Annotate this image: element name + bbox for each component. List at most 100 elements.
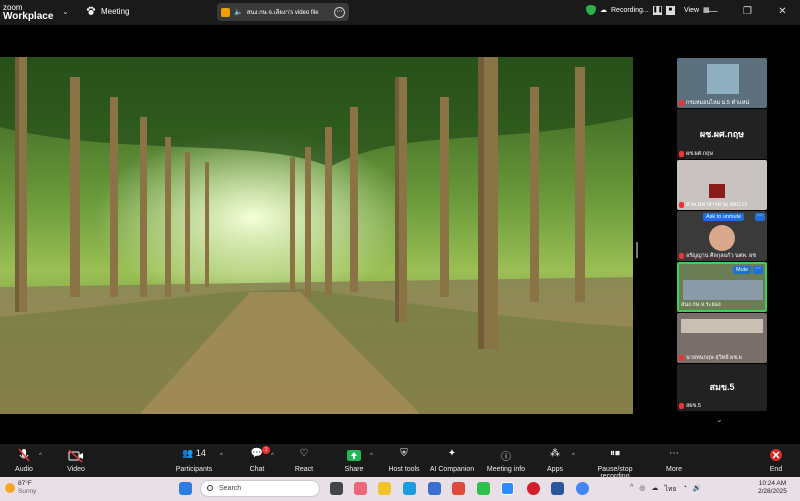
search-box[interactable]: Search [200,480,320,497]
wifi-icon[interactable]: ◔ [683,484,687,495]
task-view-icon[interactable] [330,482,343,495]
share-label: Share [344,466,364,473]
system-tray: ^ ◎ ☁ ไทย ◔ 🔊 [630,484,702,495]
apps-icon: ⁂ [550,448,560,459]
ai-companion-button[interactable]: ✦ AI Companion [428,448,476,473]
share-options-caret[interactable]: ^ [370,453,373,459]
ai-companion-label: AI Companion [429,466,475,473]
participants-options-caret[interactable]: ^ [220,453,223,459]
chat-badge: 1 [262,446,270,454]
audio-options-caret[interactable]: ^ [39,453,42,459]
pause-stop-recording-button[interactable]: ⏸⏹ Pause/stop recording [582,448,648,480]
more-options-icon[interactable]: ⋯ [755,213,765,221]
meeting-label: Meeting [101,6,130,16]
weather-widget[interactable]: 87°F Sunny [5,480,36,496]
windows-start-icon[interactable] [179,482,192,495]
participant-name: นายทนกฤษ สุวิทย์ ผช.ผ [686,355,742,361]
meeting-info-button[interactable]: ⓘ Meeting info [484,448,528,473]
audio-button[interactable]: Audio [12,448,36,473]
chrome-icon[interactable] [452,482,465,495]
sharing-indicator[interactable]: 🔈 สนง.กษ.จ.เลียงา's video file ⋯ [217,3,349,21]
chat-icon: 💬 1 [246,446,270,463]
chat-options-caret[interactable]: ^ [271,453,274,459]
mute-button[interactable]: Mute [733,266,752,274]
react-button[interactable]: ♡ React [292,448,316,473]
participant-video [681,319,763,333]
minimize-button[interactable]: — [695,0,730,25]
file-explorer-icon[interactable] [378,482,391,495]
recording-status: ☁ Recording... ❚❚ ■ [586,5,675,15]
close-window-button[interactable]: ✕ [765,0,800,25]
participant-name: ศวพ.มหาสารคาม สศป.15 [686,202,748,208]
mic-off-icon [679,253,684,259]
meeting-tab[interactable]: Meeting [86,6,129,16]
participant-tile[interactable]: สมข.5 สผข.5 [677,364,767,411]
brand-bottom: Workplace [3,11,54,22]
end-call-icon [770,449,782,461]
recording-label: Recording... [611,6,649,14]
participant-name: สผข.5 [686,403,701,409]
chevron-down-icon[interactable]: ⌄ [716,415,723,424]
participant-tile[interactable]: กรมหมอนไหม ม.5 ตำแหน่ [677,58,767,108]
apps-button[interactable]: ⁂ Apps [542,448,568,473]
participant-video [709,225,735,251]
chat-label: Chat [249,466,265,473]
language-indicator[interactable]: ไทย [664,484,676,495]
pause-recording-button[interactable]: ❚❚ [652,5,663,15]
camera-off-icon [68,449,83,463]
paw-icon [86,6,96,15]
network-icon[interactable]: ◎ [639,484,645,495]
clock[interactable]: 10:24 AM 2/28/2025 [758,480,787,496]
zoom-logo[interactable]: zoom Workplace [3,3,54,22]
stop-recording-button[interactable]: ■ [665,5,675,15]
cloud-icon[interactable]: ☁ [651,484,658,495]
participant-video [707,64,739,94]
edge-icon[interactable] [403,482,416,495]
host-tools-button[interactable]: ⛨ Host tools [386,448,422,473]
opera-icon[interactable] [527,482,540,495]
more-label: More [666,466,682,473]
zoom-taskbar-icon[interactable] [501,482,514,495]
participant-card: ผช.ผศ.กฤษ [699,129,745,139]
chrome-2-icon[interactable] [576,482,589,495]
copilot-icon[interactable] [354,482,367,495]
participant-tile[interactable]: Ask to unmute ⋯ อรัญญาน ศิลกุลแก้ว นตพ. … [677,211,767,261]
share-screen-icon [347,450,361,461]
line-icon[interactable] [477,482,490,495]
participant-name: ผช.ผศ.กฤษ [686,151,714,157]
chat-button[interactable]: 💬 1 Chat [246,446,270,473]
participants-label: Participants [175,466,213,473]
security-shield-icon[interactable] [586,5,596,15]
participants-button[interactable]: 👥 14 Participants [174,448,214,473]
apps-options-caret[interactable]: ^ [572,453,575,459]
ask-to-unmute-button[interactable]: Ask to unmute [703,213,745,221]
participant-tile[interactable]: ศวพ.มหาสารคาม สศป.15 [677,160,767,210]
chevron-down-icon[interactable]: ⌄ [62,7,69,16]
maximize-button[interactable]: ❐ [730,0,765,25]
chevron-up-icon[interactable]: ^ [630,484,633,495]
participant-name: กรมหมอนไหม ม.5 ตำแหน่ [686,100,750,106]
more-button[interactable]: ⋯ More [662,448,686,473]
info-icon: ⓘ [501,452,511,463]
participant-tile[interactable]: นายทนกฤษ สุวิทย์ ผช.ผ [677,313,767,363]
participant-tile[interactable]: ผช.ผศ.กฤษ ผช.ผศ.กฤษ [677,109,767,159]
meeting-info-label: Meeting info [486,466,526,473]
word-icon[interactable] [551,482,564,495]
participant-name: อรัญญาน ศิลกุลแก้ว นตพ. ผช [686,253,757,259]
participant-tile-active[interactable]: Mute ⋯ สนง.กษ.จ.ระยอง [677,262,767,312]
end-button[interactable]: End [764,448,788,473]
heart-icon: ♡ [299,448,309,459]
store-icon[interactable] [428,482,441,495]
more-options-icon[interactable]: ⋯ [334,6,345,18]
split-handle[interactable] [636,242,638,258]
os-taskbar: 87°F Sunny Search ^ ◎ ☁ ไทย ◔ 🔊 10:24 AM… [0,477,800,501]
more-options-icon[interactable]: ⋯ [753,266,763,274]
participant-card: สมข.5 [709,382,735,392]
share-label: สนง.กษ.จ.เลียงา's video file [246,10,319,16]
video-button[interactable]: Video [64,448,88,473]
shared-video[interactable] [0,57,633,414]
window-controls: — ❐ ✕ [695,0,800,25]
volume-icon[interactable]: 🔊 [693,484,702,495]
share-button[interactable]: Share [342,448,366,473]
mic-off-icon [679,202,684,208]
